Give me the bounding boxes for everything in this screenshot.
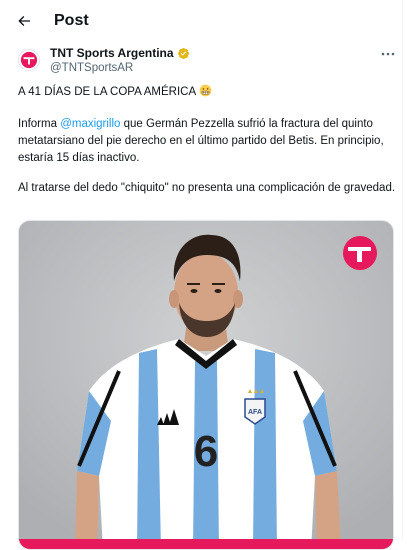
more-options-button[interactable] <box>378 45 398 63</box>
author-name[interactable]: TNT Sports Argentina <box>50 46 190 61</box>
grimacing-face-emoji-icon <box>199 84 212 97</box>
more-horizontal-icon <box>381 52 395 56</box>
author-handle[interactable]: @TNTSportsAR <box>50 61 133 75</box>
arrow-left-icon <box>18 16 30 26</box>
tweet-paragraph-2-prefix: Informa <box>18 118 61 130</box>
gold-verified-badge-icon <box>177 48 189 59</box>
svg-text:6: 6 <box>194 427 218 476</box>
avatar[interactable] <box>18 49 40 71</box>
back-button[interactable] <box>10 7 38 35</box>
top-bar: Post <box>0 0 403 42</box>
svg-text:AFA: AFA <box>248 409 262 416</box>
tnt-logo-icon <box>20 51 38 69</box>
tweet-paragraph-1-text: A 41 DÍAS DE LA COPA AMÉRICA <box>18 86 197 98</box>
post-detail-page: Post TNT Sports Argentina @TNTSportsAR A… <box>0 0 403 550</box>
tnt-watermark-icon <box>343 236 377 270</box>
mention-link[interactable]: @maxigrillo <box>60 118 120 130</box>
tweet-paragraph-2: Informa @maxigrillo que Germán Pezzella … <box>18 116 396 167</box>
tweet-paragraph-1: A 41 DÍAS DE LA COPA AMÉRICA <box>18 84 396 101</box>
page-title: Post <box>54 12 89 29</box>
player-photo: 6 AFA <box>19 221 393 549</box>
tweet-media-photo[interactable]: 6 AFA <box>18 220 394 550</box>
tweet-paragraph-3: Al tratarse del dedo "chiquito" no prese… <box>18 182 396 194</box>
author-name-text: TNT Sports Argentina <box>50 46 174 60</box>
